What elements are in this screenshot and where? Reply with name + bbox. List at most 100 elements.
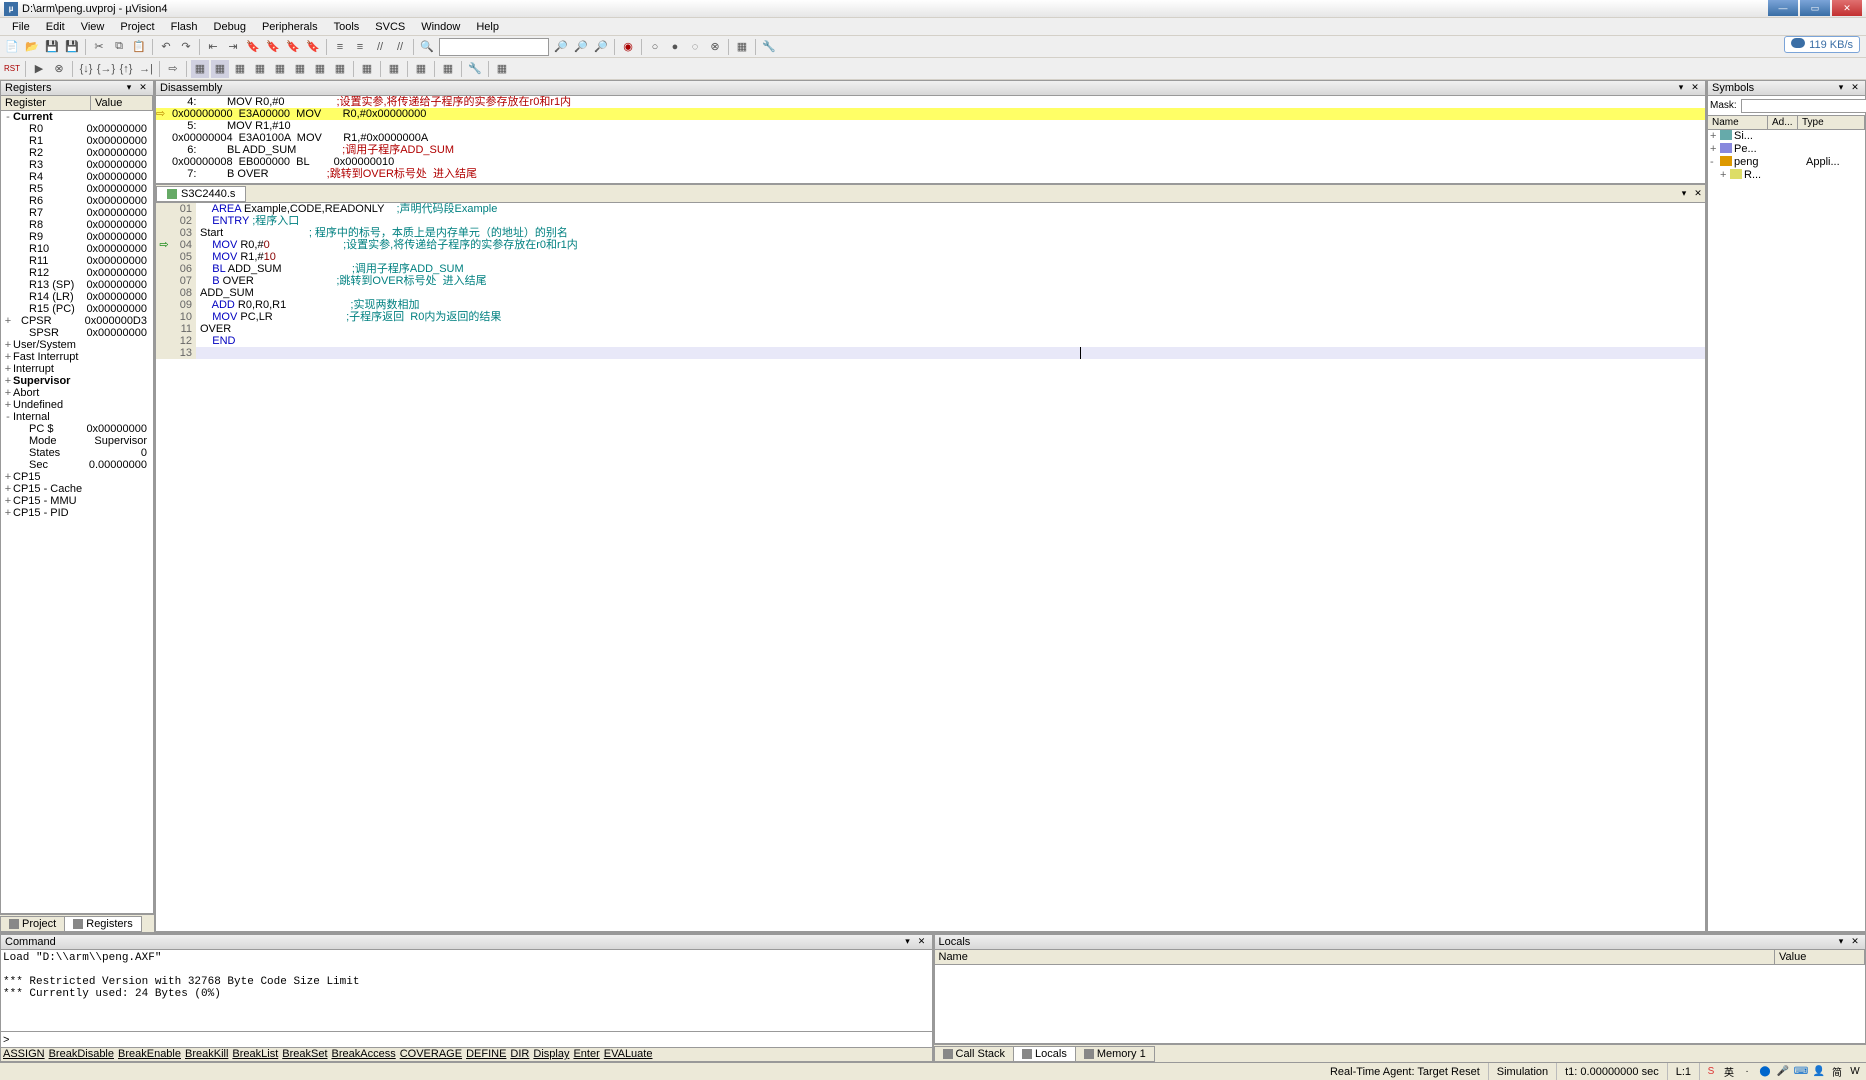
stop-icon[interactable]: ⊗ (50, 60, 68, 78)
bookmark-clear-icon[interactable]: 🔖 (304, 38, 322, 56)
configure-icon[interactable]: 🔧 (760, 38, 778, 56)
symbol-row[interactable]: -pengAppli... (1708, 156, 1865, 169)
bp-kill-icon[interactable]: ⊗ (706, 38, 724, 56)
disasm-line[interactable]: 0x00000008 EB000000 BL 0x00000010 (156, 156, 1705, 168)
tray-icon[interactable]: ⬤ (1758, 1065, 1772, 1079)
close-panel-icon[interactable]: ✕ (1849, 82, 1861, 94)
bookmark-icon[interactable]: 🔖 (244, 38, 262, 56)
command-link[interactable]: Display (533, 1048, 569, 1060)
editor-line[interactable]: 09 ADD R0,R0,R1 ;实现两数相加 (156, 299, 1705, 311)
copy-icon[interactable]: ⧉ (110, 38, 128, 56)
register-row[interactable]: +Interrupt (1, 363, 153, 375)
menu-help[interactable]: Help (468, 20, 507, 34)
view-watch-icon[interactable]: ▦ (291, 60, 309, 78)
editor-tab[interactable]: S3C2440.s (156, 186, 246, 202)
menu-flash[interactable]: Flash (163, 20, 206, 34)
menu-edit[interactable]: Edit (38, 20, 73, 34)
register-row[interactable]: +Supervisor (1, 375, 153, 387)
minimize-button[interactable]: — (1768, 0, 1798, 16)
bp-insert-icon[interactable]: ○ (646, 38, 664, 56)
command-link[interactable]: ASSIGN (3, 1048, 45, 1060)
window-icon[interactable]: ▦ (733, 38, 751, 56)
pin-icon[interactable]: ▾ (1835, 82, 1847, 94)
menu-project[interactable]: Project (112, 20, 162, 34)
command-link[interactable]: BreakAccess (332, 1048, 396, 1060)
register-row[interactable]: R90x00000000 (1, 231, 153, 243)
menu-view[interactable]: View (73, 20, 113, 34)
register-row[interactable]: Sec0.00000000 (1, 459, 153, 471)
tab-registers[interactable]: Registers (64, 916, 141, 932)
command-link[interactable]: BreakSet (282, 1048, 327, 1060)
command-input[interactable]: > (0, 1032, 933, 1048)
disasm-line[interactable]: 5: MOV R1,#10 (156, 120, 1705, 132)
maximize-button[interactable]: ▭ (1800, 0, 1830, 16)
tab-project[interactable]: Project (0, 916, 65, 932)
register-row[interactable]: R100x00000000 (1, 243, 153, 255)
symbol-row[interactable]: +Pe... (1708, 143, 1865, 156)
register-row[interactable]: +Abort (1, 387, 153, 399)
tab-dropdown-icon[interactable]: ▾ (1677, 188, 1691, 199)
menu-debug[interactable]: Debug (206, 20, 254, 34)
view-cmd-icon[interactable]: ▦ (231, 60, 249, 78)
register-row[interactable]: R10x00000000 (1, 135, 153, 147)
indent-icon[interactable]: ≡ (351, 38, 369, 56)
register-row[interactable]: +CP15 (1, 471, 153, 483)
disasm-line[interactable]: 4: MOV R0,#0 ;设置实参,将传递给子程序的实参存放在r0和r1内 (156, 96, 1705, 108)
indent-right-icon[interactable]: ⇥ (224, 38, 242, 56)
editor[interactable]: 01 AREA Example,CODE,READONLY ;声明代码段Exam… (155, 202, 1706, 932)
register-row[interactable]: States0 (1, 447, 153, 459)
tab-locals[interactable]: Locals (1013, 1046, 1076, 1062)
editor-line[interactable]: 13 (156, 347, 1705, 359)
menu-file[interactable]: File (4, 20, 38, 34)
view-analysis-icon[interactable]: ▦ (358, 60, 376, 78)
pin-icon[interactable]: ▾ (1675, 82, 1687, 94)
register-row[interactable]: -Internal (1, 411, 153, 423)
show-next-icon[interactable]: ⇨ (164, 60, 182, 78)
command-link[interactable]: DIR (510, 1048, 529, 1060)
register-row[interactable]: R120x00000000 (1, 267, 153, 279)
bookmark-next-icon[interactable]: 🔖 (284, 38, 302, 56)
command-link[interactable]: COVERAGE (400, 1048, 462, 1060)
tray-icon[interactable]: 👤 (1812, 1065, 1826, 1079)
view-system-icon[interactable]: ▦ (412, 60, 430, 78)
register-row[interactable]: ModeSupervisor (1, 435, 153, 447)
bp-enable-icon[interactable]: ● (666, 38, 684, 56)
editor-line[interactable]: 12 END (156, 335, 1705, 347)
register-row[interactable]: +CP15 - MMU (1, 495, 153, 507)
tray-icon[interactable]: 英 (1722, 1065, 1736, 1079)
disasm-line[interactable]: 6: BL ADD_SUM ;调用子程序ADD_SUM (156, 144, 1705, 156)
pin-icon[interactable]: ▾ (902, 936, 914, 948)
register-row[interactable]: R50x00000000 (1, 183, 153, 195)
tray-icon[interactable]: S (1704, 1065, 1718, 1079)
disasm-line[interactable]: 0x00000004 E3A0100A MOV R1,#0x0000000A (156, 132, 1705, 144)
command-link[interactable]: DEFINE (466, 1048, 506, 1060)
step-out-icon[interactable]: {↑} (117, 60, 135, 78)
find-text-icon[interactable]: 🔎 (552, 38, 570, 56)
register-row[interactable]: +Fast Interrupt (1, 351, 153, 363)
symbol-row[interactable]: +Si... (1708, 130, 1865, 143)
tray-icon[interactable]: W (1848, 1065, 1862, 1079)
outdent-icon[interactable]: ≡ (331, 38, 349, 56)
disasm-line[interactable]: ⇨0x00000000 E3A00000 MOV R0,#0x00000000 (156, 108, 1705, 120)
editor-line[interactable]: 10 MOV PC,LR ;子程序返回 R0内为返回的结果 (156, 311, 1705, 323)
uncomment-icon[interactable]: // (391, 38, 409, 56)
new-icon[interactable]: 📄 (3, 38, 21, 56)
register-row[interactable]: +CPSR0x000000D3 (1, 315, 153, 327)
command-link[interactable]: BreakEnable (118, 1048, 181, 1060)
editor-line[interactable]: 08ADD_SUM (156, 287, 1705, 299)
disasm-line[interactable]: 7: B OVER ;跳转到OVER标号处 进入结尾 (156, 168, 1705, 180)
view-symbols-icon[interactable]: ▦ (251, 60, 269, 78)
menu-window[interactable]: Window (413, 20, 468, 34)
command-link[interactable]: BreakList (232, 1048, 278, 1060)
close-panel-icon[interactable]: ✕ (916, 936, 928, 948)
indent-left-icon[interactable]: ⇤ (204, 38, 222, 56)
mask-input[interactable] (1741, 99, 1866, 113)
register-row[interactable]: R20x00000000 (1, 147, 153, 159)
menu-tools[interactable]: Tools (326, 20, 368, 34)
close-panel-icon[interactable]: ✕ (137, 82, 149, 94)
run-icon[interactable]: ▶ (30, 60, 48, 78)
comment-icon[interactable]: // (371, 38, 389, 56)
tray-icon[interactable]: 简 (1830, 1065, 1844, 1079)
close-panel-icon[interactable]: ✕ (1849, 936, 1861, 948)
cut-icon[interactable]: ✂ (90, 38, 108, 56)
